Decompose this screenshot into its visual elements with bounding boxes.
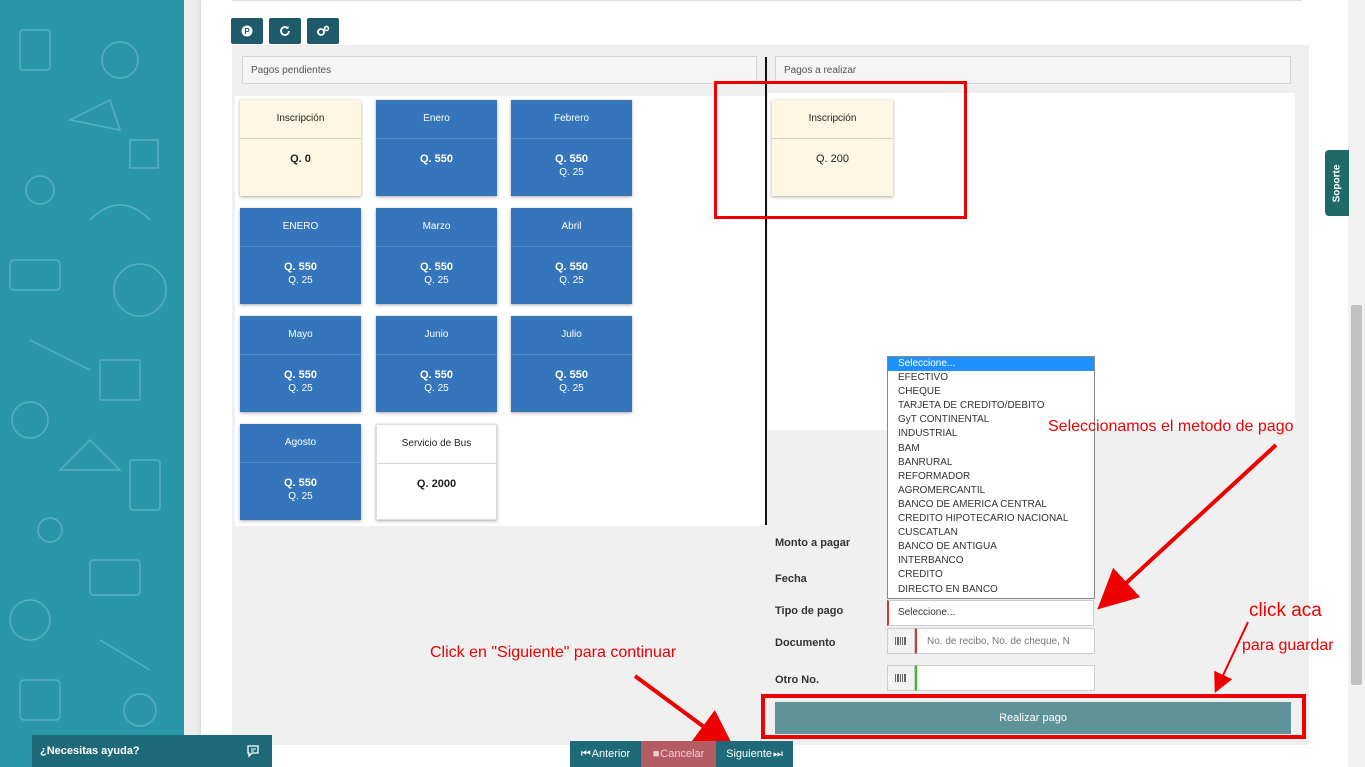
cancelar-label: Cancelar	[660, 748, 705, 760]
soporte-label: Soporte	[1331, 164, 1343, 202]
siguiente-button[interactable]: Siguiente ⏭	[716, 741, 793, 767]
cancelar-button[interactable]: ■ Cancelar	[641, 741, 716, 767]
anterior-label: Anterior	[591, 748, 631, 760]
stop-icon: ■	[652, 748, 660, 760]
step-backward-icon: ⏮	[580, 748, 591, 760]
help-label: ¿Necesitas ayuda?	[40, 745, 140, 757]
step-forward-icon: ⏭	[772, 748, 783, 760]
chat-icon	[247, 745, 259, 758]
anterior-button[interactable]: ⏮ Anterior	[570, 741, 641, 767]
help-widget[interactable]: ¿Necesitas ayuda?	[32, 735, 272, 767]
soporte-tab[interactable]: Soporte	[1325, 150, 1349, 216]
siguiente-label: Siguiente	[726, 748, 773, 760]
annotation-arrows	[633, 443, 1278, 750]
